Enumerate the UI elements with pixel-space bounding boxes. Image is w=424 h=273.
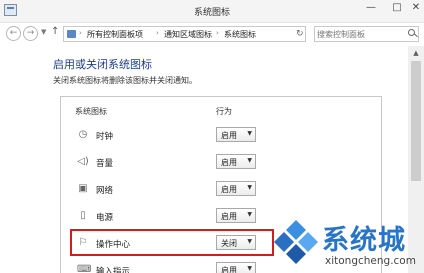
search-icon[interactable] — [408, 29, 415, 36]
breadcrumb-item[interactable]: 所有控制面板项 — [87, 29, 143, 40]
behavior-dropdown-clock[interactable]: 启用 ▼ — [216, 127, 256, 142]
column-header-behavior: 行为 — [216, 107, 232, 116]
breadcrumb-separator-icon: › — [79, 29, 82, 37]
control-panel-icon — [67, 30, 76, 38]
control-panel-window: 系统图标 — □ ✕ ← → ▼ ↑ › 所有控制面板项 › 通知区域图标 › … — [0, 0, 424, 273]
row-label: 音量 — [96, 159, 114, 169]
minimize-button[interactable]: — — [358, 0, 384, 18]
speaker-icon: ◁) — [77, 156, 89, 167]
address-bar[interactable]: › 所有控制面板项 › 通知区域图标 › 系统图标 — [63, 26, 306, 42]
page-title: 启用或关闭系统图标 — [53, 58, 152, 71]
clock-icon: ◷ — [78, 129, 88, 140]
list-item-volume: ◁) 音量 启用 ▼ — [61, 153, 361, 173]
back-button[interactable]: ← — [6, 26, 21, 41]
navigation-bar: ← → ▼ ↑ › 所有控制面板项 › 通知区域图标 › 系统图标 ↻ — [0, 23, 424, 45]
scroll-up-icon[interactable]: ▲ — [408, 46, 424, 60]
behavior-dropdown-power[interactable]: 启用 ▼ — [216, 208, 256, 223]
recent-locations-chevron-icon[interactable]: ▼ — [41, 28, 46, 36]
breadcrumb-item[interactable]: 系统图标 — [224, 29, 256, 40]
chevron-down-icon: ▼ — [247, 184, 252, 191]
close-button[interactable]: ✕ — [408, 0, 424, 18]
dropdown-value: 启用 — [221, 266, 237, 273]
chevron-down-icon: ▼ — [247, 211, 252, 218]
breadcrumb-separator-icon: › — [156, 29, 159, 37]
dropdown-value: 启用 — [221, 131, 237, 140]
row-label: 时钟 — [96, 132, 114, 142]
keyboard-icon: ⌨ — [77, 264, 92, 273]
row-label: 输入指示 — [96, 267, 131, 273]
dropdown-value: 启用 — [221, 212, 237, 221]
chevron-down-icon: ▼ — [247, 265, 252, 272]
watermark-brand: 系统城 — [322, 225, 406, 256]
refresh-icon[interactable]: ↻ — [296, 26, 306, 42]
up-button[interactable]: ↑ — [51, 26, 59, 37]
highlight-box — [70, 229, 274, 256]
breadcrumb-item[interactable]: 通知区域图标 — [164, 29, 212, 40]
maximize-button[interactable]: □ — [384, 0, 410, 18]
network-icon: ▣ — [78, 183, 88, 194]
title-bar: 系统图标 — □ ✕ — [0, 0, 424, 23]
breadcrumb-separator-icon: › — [216, 29, 219, 37]
behavior-dropdown-input-indicator[interactable]: 启用 ▼ — [216, 262, 256, 273]
behavior-dropdown-volume[interactable]: 启用 ▼ — [216, 154, 256, 169]
forward-button[interactable]: → — [23, 26, 38, 41]
row-label: 电源 — [96, 213, 114, 223]
dropdown-value: 启用 — [221, 158, 237, 167]
chevron-down-icon: ▼ — [247, 130, 252, 137]
chevron-down-icon: ▼ — [247, 157, 252, 164]
list-item-clock: ◷ 时钟 启用 ▼ — [61, 126, 361, 146]
watermark: 系统城 xitongcheng.com — [270, 212, 420, 272]
power-icon: ▯ — [80, 210, 86, 221]
column-header-system-icon: 系统图标 — [75, 107, 107, 116]
watermark-url: xitongcheng.com — [325, 255, 416, 267]
page-description: 关闭系统图标将删除该图标并关闭通知。 — [53, 76, 197, 85]
xitongcheng-logo-icon — [274, 220, 318, 264]
dropdown-value: 启用 — [221, 185, 237, 194]
row-label: 网络 — [96, 186, 114, 196]
list-item-network: ▣ 网络 启用 ▼ — [61, 180, 361, 200]
behavior-dropdown-network[interactable]: 启用 ▼ — [216, 181, 256, 196]
search-input[interactable] — [317, 28, 403, 40]
search-box[interactable] — [314, 26, 419, 42]
scroll-thumb[interactable] — [411, 61, 421, 181]
